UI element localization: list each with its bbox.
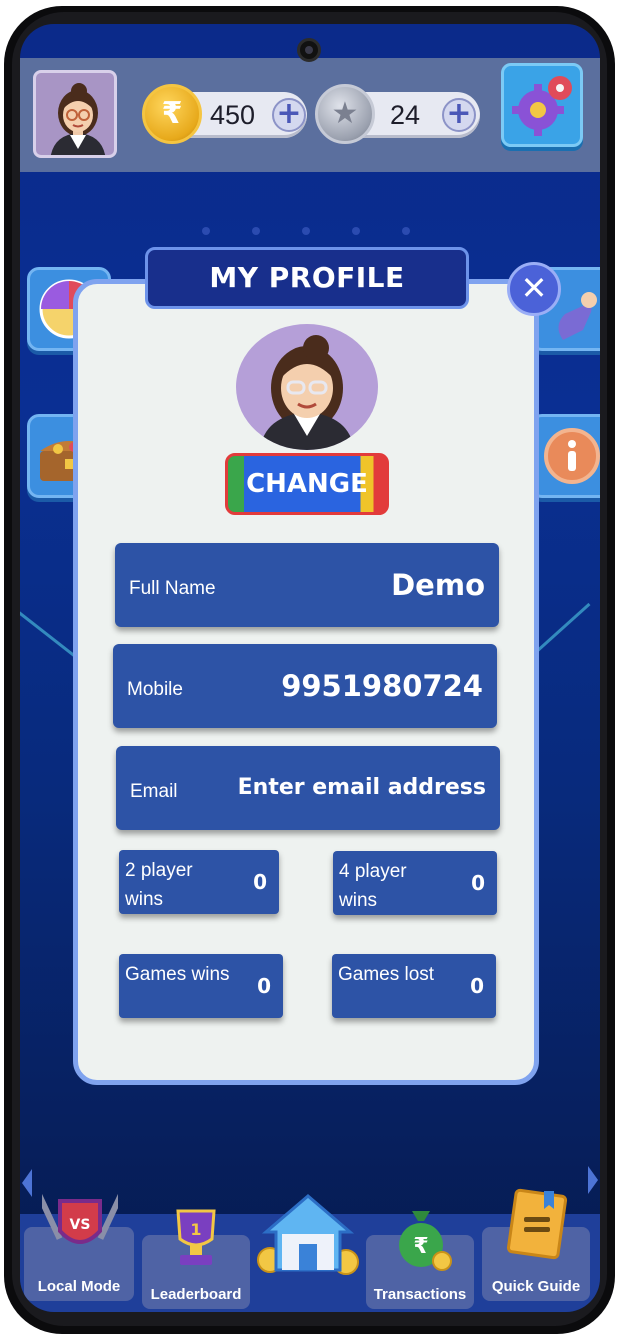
modal-title: MY PROFILE (145, 247, 469, 309)
profile-avatar-icon (260, 335, 354, 450)
vs-shield-icon: VS (42, 1192, 118, 1244)
camera-notch (297, 38, 321, 62)
money-bag-icon: ₹ (399, 1211, 452, 1271)
svg-text:VS: VS (70, 1217, 91, 1233)
user-avatar[interactable] (33, 70, 117, 158)
stat-label: Games wins (125, 964, 230, 985)
decor-dot (402, 227, 410, 235)
nav-home[interactable] (252, 1194, 364, 1275)
email-label: Email (130, 781, 178, 802)
close-button[interactable]: ✕ (507, 262, 561, 316)
chevron-left-icon (22, 1169, 32, 1197)
mobile-value: 9951980724 (281, 669, 483, 703)
app-screen: 450 ₹ + 24 ★ + MY PROFILE ✕ CHANGE Full … (20, 24, 600, 1312)
stat-label: 2 player wins (125, 860, 193, 910)
avatar-icon (50, 83, 106, 155)
decor-dot (302, 227, 310, 235)
stat-label: Games lost (338, 964, 435, 985)
email-input-placeholder: Enter email address (237, 775, 486, 800)
mobile-field[interactable]: Mobile 9951980724 (113, 644, 497, 728)
svg-text:1: 1 (190, 1220, 201, 1239)
nav-transactions[interactable]: ₹ Transactions (366, 1211, 474, 1309)
book-icon (506, 1188, 568, 1260)
nav-label: Transactions (373, 1286, 467, 1303)
full-name-field[interactable]: Full Name Demo (115, 543, 499, 627)
chevron-right-icon (588, 1166, 598, 1194)
trophy-icon: 1 (176, 1209, 216, 1265)
four-player-wins-stat: 4 player wins 0 (333, 851, 497, 915)
decor-dot (202, 227, 210, 235)
stat-value: 0 (470, 974, 484, 998)
stat-value: 0 (253, 870, 267, 894)
stat-label: 4 player wins (339, 861, 407, 911)
coin-balance: 450 (210, 100, 256, 130)
star-coin-icon: ★ (315, 84, 375, 144)
two-player-wins-stat: 2 player wins 0 (119, 850, 279, 914)
decor-dot (252, 227, 260, 235)
close-icon: ✕ (520, 269, 548, 307)
info-button[interactable] (530, 414, 600, 498)
nav-label: Quick Guide (491, 1278, 581, 1295)
full-name-label: Full Name (129, 578, 216, 599)
info-icon (544, 428, 600, 484)
svg-text:₹: ₹ (413, 1234, 428, 1259)
stat-value: 0 (471, 871, 485, 895)
change-avatar-button[interactable]: CHANGE (225, 453, 389, 515)
settings-button[interactable] (501, 63, 583, 147)
gear-icon (512, 76, 572, 136)
add-coins-button[interactable]: + (272, 98, 306, 132)
games-wins-stat: Games wins 0 (119, 954, 283, 1018)
star-balance: 24 (390, 100, 421, 130)
games-lost-stat: Games lost 0 (332, 954, 496, 1018)
nav-quick-guide[interactable]: Quick Guide (482, 1188, 590, 1301)
nav-label: Leaderboard (150, 1286, 242, 1303)
full-name-value: Demo (391, 568, 485, 602)
mobile-label: Mobile (127, 679, 183, 700)
decor-dot (352, 227, 360, 235)
profile-avatar (236, 324, 378, 450)
nav-local-mode[interactable]: VS Local Mode (24, 1192, 134, 1301)
email-field[interactable]: Email Enter email address (116, 746, 500, 830)
rupee-coin-icon: ₹ (142, 84, 202, 144)
add-stars-button[interactable]: + (442, 98, 476, 132)
nav-leaderboard[interactable]: 1 Leaderboard (142, 1209, 250, 1309)
change-avatar-label: CHANGE (246, 469, 368, 499)
home-icon (257, 1194, 359, 1275)
nav-label: Local Mode (37, 1278, 121, 1295)
stat-value: 0 (257, 974, 271, 998)
